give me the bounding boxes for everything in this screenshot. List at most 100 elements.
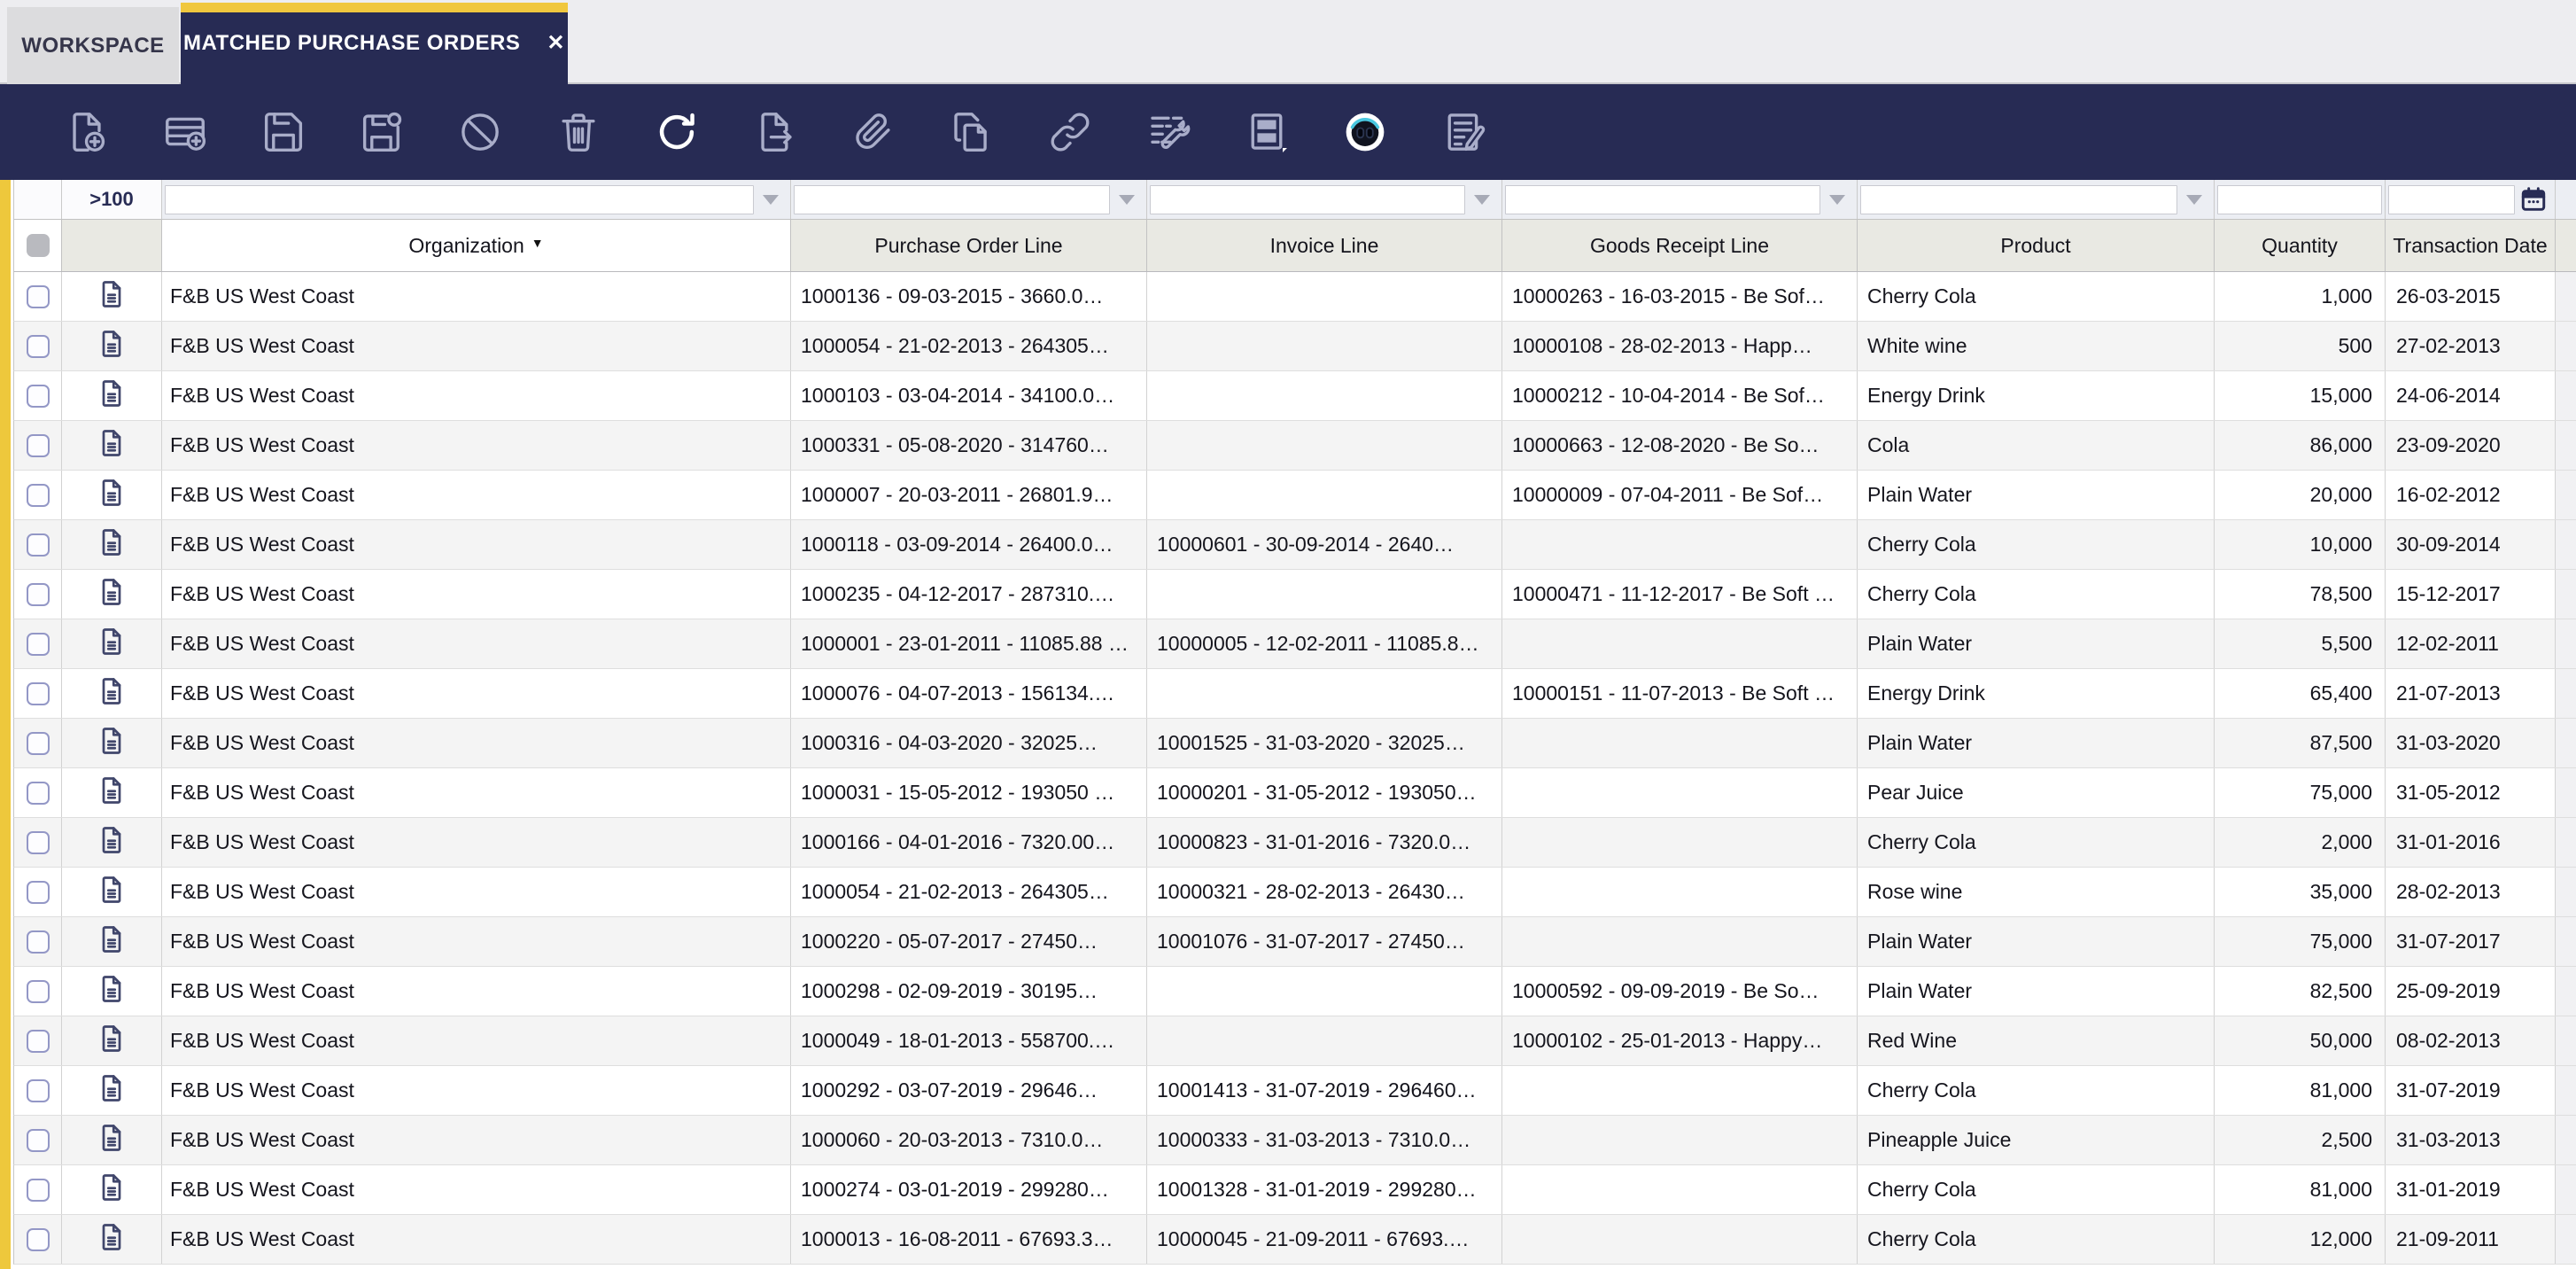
select-all-cell <box>14 220 62 271</box>
grid-settings-button[interactable] <box>1119 84 1217 180</box>
table-row[interactable]: F&B US West Coast 1000274 - 03-01-2019 - … <box>13 1165 2576 1215</box>
close-tab-icon[interactable]: ✕ <box>547 33 565 54</box>
row-document-icon[interactable] <box>96 775 128 812</box>
table-row[interactable]: F&B US West Coast 1000316 - 04-03-2020 - … <box>13 719 2576 768</box>
filter-dropdown-goods-receipt-line[interactable] <box>1820 185 1854 214</box>
row-document-icon[interactable] <box>96 576 128 613</box>
table-row[interactable]: F&B US West Coast 1000220 - 05-07-2017 - … <box>13 917 2576 967</box>
column-header-product[interactable]: Product <box>1858 220 2215 271</box>
row-checkbox[interactable] <box>26 1128 50 1152</box>
row-document-icon[interactable] <box>96 427 128 464</box>
attachments-button[interactable] <box>824 84 922 180</box>
tab-workspace[interactable]: WORKSPACE <box>7 7 179 84</box>
row-checkbox[interactable] <box>26 731 50 755</box>
row-document-icon[interactable] <box>96 923 128 961</box>
row-checkbox[interactable] <box>26 1029 50 1053</box>
cancel-button[interactable] <box>431 84 529 180</box>
table-row[interactable]: F&B US West Coast 1000001 - 23-01-2011 - … <box>13 619 2576 669</box>
row-checkbox[interactable] <box>26 1178 50 1202</box>
table-row[interactable]: F&B US West Coast 1000031 - 15-05-2012 - … <box>13 768 2576 818</box>
select-all-checkbox[interactable] <box>26 234 50 257</box>
filter-input-product[interactable] <box>1860 184 2177 214</box>
row-checkbox[interactable] <box>26 880 50 904</box>
table-row[interactable]: F&B US West Coast 1000013 - 16-08-2011 - … <box>13 1215 2576 1265</box>
table-row[interactable]: F&B US West Coast 1000118 - 03-09-2014 - … <box>13 520 2576 570</box>
delete-button[interactable] <box>529 84 627 180</box>
save-button[interactable] <box>234 84 332 180</box>
ai-assistant-button[interactable] <box>1315 84 1414 180</box>
row-document-icon[interactable] <box>96 1072 128 1109</box>
save-as-button[interactable] <box>332 84 431 180</box>
row-checkbox[interactable] <box>26 582 50 606</box>
row-checkbox[interactable] <box>26 781 50 805</box>
row-checkbox[interactable] <box>26 681 50 705</box>
column-header-invoice-line[interactable]: Invoice Line <box>1147 220 1502 271</box>
column-header-transaction-date[interactable]: Transaction Date <box>2386 220 2556 271</box>
row-checkbox[interactable] <box>26 483 50 507</box>
tab-matched-purchase-orders[interactable]: MATCHED PURCHASE ORDERS ✕ <box>181 3 568 84</box>
card-view-button[interactable] <box>1217 84 1315 180</box>
table-row[interactable]: F&B US West Coast 1000076 - 04-07-2013 - … <box>13 669 2576 719</box>
row-checkbox[interactable] <box>26 979 50 1003</box>
filter-dropdown-product[interactable] <box>2177 185 2211 214</box>
column-header-goods-receipt-line[interactable]: Goods Receipt Line <box>1502 220 1858 271</box>
row-document-icon[interactable] <box>96 328 128 365</box>
table-row[interactable]: F&B US West Coast 1000136 - 09-03-2015 - … <box>13 272 2576 322</box>
filter-dropdown-purchase-order-line[interactable] <box>1110 185 1144 214</box>
row-checkbox[interactable] <box>26 533 50 557</box>
filter-input-invoice-line[interactable] <box>1150 184 1465 214</box>
row-checkbox[interactable] <box>26 1078 50 1102</box>
table-row[interactable]: F&B US West Coast 1000331 - 05-08-2020 - … <box>13 421 2576 471</box>
filter-dropdown-invoice-line[interactable] <box>1465 185 1499 214</box>
row-document-icon[interactable] <box>96 1122 128 1159</box>
column-header-purchase-order-line[interactable]: Purchase Order Line <box>791 220 1147 271</box>
filter-calendar-button[interactable] <box>2515 183 2552 215</box>
notes-button[interactable] <box>1414 84 1512 180</box>
row-checkbox[interactable] <box>26 334 50 358</box>
table-row[interactable]: F&B US West Coast 1000166 - 04-01-2016 - … <box>13 818 2576 868</box>
row-document-icon[interactable] <box>96 874 128 911</box>
table-row[interactable]: F&B US West Coast 1000060 - 20-03-2013 - … <box>13 1116 2576 1165</box>
new-document-button[interactable] <box>37 84 136 180</box>
row-document-icon[interactable] <box>96 278 128 315</box>
filter-input-quantity[interactable] <box>2217 184 2382 214</box>
row-checkbox[interactable] <box>26 930 50 954</box>
copy-button[interactable] <box>922 84 1020 180</box>
table-row[interactable]: F&B US West Coast 1000103 - 03-04-2014 - … <box>13 371 2576 421</box>
table-row[interactable]: F&B US West Coast 1000054 - 21-02-2013 - … <box>13 868 2576 917</box>
row-document-icon[interactable] <box>96 824 128 861</box>
filter-input-organization[interactable] <box>165 184 754 214</box>
filter-input-goods-receipt-line[interactable] <box>1505 184 1820 214</box>
filter-dropdown-organization[interactable] <box>754 185 788 214</box>
link-button[interactable] <box>1020 84 1119 180</box>
table-row[interactable]: F&B US West Coast 1000235 - 04-12-2017 - … <box>13 570 2576 619</box>
row-checkbox[interactable] <box>26 284 50 308</box>
row-document-icon[interactable] <box>96 477 128 514</box>
refresh-button[interactable] <box>627 84 725 180</box>
table-row[interactable]: F&B US West Coast 1000054 - 21-02-2013 - … <box>13 322 2576 371</box>
table-row[interactable]: F&B US West Coast 1000292 - 03-07-2019 - … <box>13 1066 2576 1116</box>
row-document-icon[interactable] <box>96 725 128 762</box>
column-header-organization[interactable]: Organization ▼ <box>162 220 791 271</box>
row-document-icon[interactable] <box>96 1172 128 1209</box>
row-document-icon[interactable] <box>96 1221 128 1258</box>
row-checkbox[interactable] <box>26 632 50 656</box>
filter-input-purchase-order-line[interactable] <box>794 184 1110 214</box>
insert-row-button[interactable] <box>136 84 234 180</box>
column-header-quantity[interactable]: Quantity <box>2215 220 2386 271</box>
table-row[interactable]: F&B US West Coast 1000298 - 02-09-2019 - … <box>13 967 2576 1016</box>
row-document-icon[interactable] <box>96 973 128 1010</box>
table-row[interactable]: F&B US West Coast 1000049 - 18-01-2013 - … <box>13 1016 2576 1066</box>
row-document-icon[interactable] <box>96 675 128 712</box>
export-button[interactable] <box>725 84 824 180</box>
table-row[interactable]: F&B US West Coast 1000007 - 20-03-2011 - … <box>13 471 2576 520</box>
row-checkbox[interactable] <box>26 830 50 854</box>
row-document-icon[interactable] <box>96 1023 128 1060</box>
row-checkbox[interactable] <box>26 1227 50 1251</box>
row-document-icon[interactable] <box>96 378 128 415</box>
row-document-icon[interactable] <box>96 626 128 663</box>
filter-input-transaction-date[interactable] <box>2388 184 2515 214</box>
row-checkbox[interactable] <box>26 384 50 408</box>
row-document-icon[interactable] <box>96 526 128 564</box>
row-checkbox[interactable] <box>26 433 50 457</box>
